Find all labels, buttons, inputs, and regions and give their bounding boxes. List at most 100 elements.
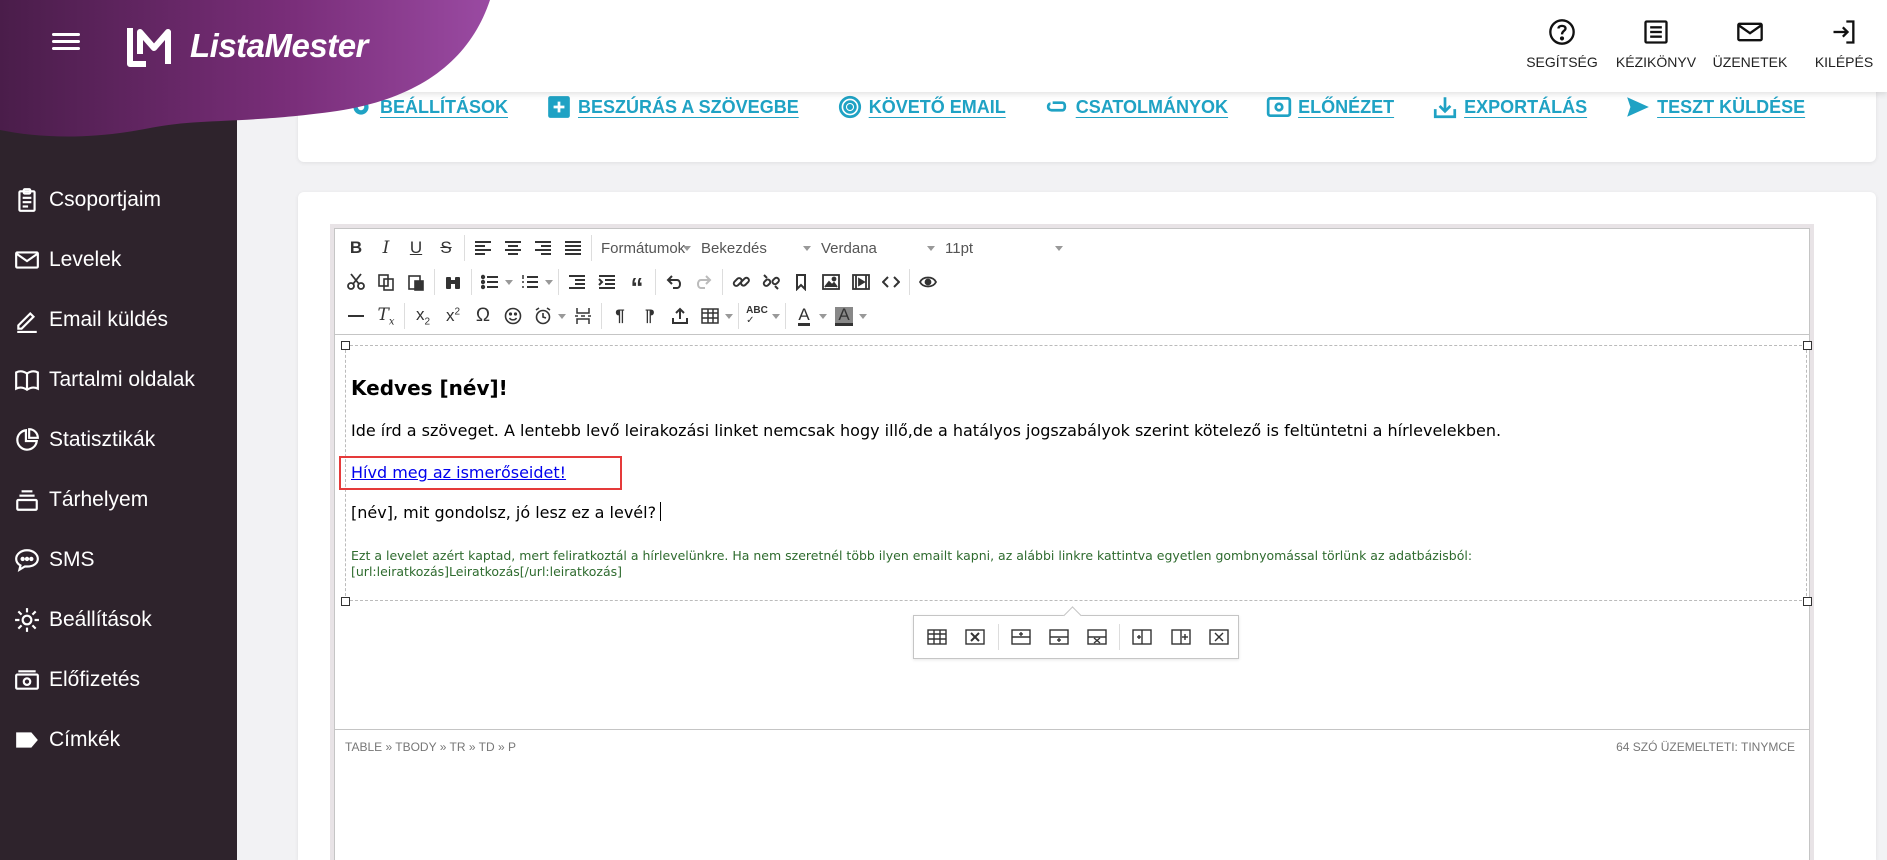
insert-image-button[interactable] bbox=[816, 268, 846, 296]
resize-handle[interactable] bbox=[1803, 597, 1812, 606]
align-justify-button[interactable] bbox=[558, 234, 588, 262]
paste-button[interactable] bbox=[401, 268, 431, 296]
horizontal-rule-button[interactable] bbox=[341, 302, 371, 330]
insert-media-button[interactable] bbox=[846, 268, 876, 296]
manual-button[interactable]: KÉZIKÖNYV bbox=[1609, 18, 1703, 70]
blockquote-button[interactable]: “ bbox=[622, 268, 652, 300]
insert-column-before-button[interactable] bbox=[1123, 621, 1161, 653]
sidebar-item-email-kuldes[interactable]: Email küldés bbox=[0, 290, 237, 350]
remove-link-button[interactable] bbox=[756, 268, 786, 296]
insert-into-text-link[interactable]: BESZÚRÁS A SZÖVEGBE bbox=[546, 94, 799, 120]
sidebar-item-label: Levelek bbox=[49, 248, 122, 271]
toolbar-row-1: B I U S Formátumok Bekezdés Verdana 11pt bbox=[335, 231, 1809, 265]
align-center-button[interactable] bbox=[498, 234, 528, 262]
subscript-button[interactable]: x2 bbox=[408, 302, 438, 330]
word-count: 64 SZÓ ÜZEMELTETI: TINYMCE bbox=[1616, 740, 1795, 754]
cut-button[interactable] bbox=[341, 268, 371, 296]
redo-button[interactable] bbox=[689, 268, 719, 296]
indent-button[interactable] bbox=[592, 268, 622, 296]
link-icon bbox=[732, 276, 750, 287]
export-link[interactable]: EXPORTÁLÁS bbox=[1432, 94, 1587, 120]
text-color-button[interactable]: A bbox=[789, 302, 829, 330]
insert-row-after-button[interactable] bbox=[1040, 621, 1078, 653]
superscript-button[interactable]: x2 bbox=[438, 302, 468, 330]
table-properties-button[interactable] bbox=[918, 621, 956, 653]
outdent-button[interactable] bbox=[562, 268, 592, 296]
font-family-select[interactable]: Verdana bbox=[815, 234, 939, 262]
background-color-button[interactable]: A bbox=[829, 302, 869, 330]
resize-handle[interactable] bbox=[341, 341, 350, 350]
show-blocks-button[interactable]: ¶ bbox=[605, 302, 635, 330]
clear-formatting-button[interactable]: Tx bbox=[371, 302, 401, 330]
settings-link[interactable]: BEÁLLÍTÁSOK bbox=[348, 94, 508, 120]
body-paragraph[interactable]: Ide írd a szöveget. A lentebb levő leira… bbox=[351, 421, 1501, 440]
copy-button[interactable] bbox=[371, 268, 401, 296]
upload-button[interactable] bbox=[665, 302, 695, 330]
page-break-button[interactable] bbox=[568, 302, 598, 330]
logout-button[interactable]: KILÉPÉS bbox=[1797, 18, 1887, 70]
element-path[interactable]: TABLE » TBODY » TR » TD » P bbox=[345, 740, 516, 754]
sidebar-item-csoportjaim[interactable]: Csoportjaim bbox=[0, 170, 237, 230]
resize-handle[interactable] bbox=[1803, 341, 1812, 350]
follow-email-link[interactable]: KÖVETŐ EMAIL bbox=[837, 94, 1006, 120]
anchor-button[interactable] bbox=[786, 268, 816, 296]
italic-button[interactable]: I bbox=[371, 234, 401, 262]
editor-statusbar: TABLE » TBODY » TR » TD » P 64 SZÓ ÜZEME… bbox=[335, 729, 1809, 759]
underline-button[interactable]: U bbox=[401, 234, 431, 262]
indent-icon bbox=[598, 275, 615, 289]
delete-table-button[interactable] bbox=[956, 621, 994, 653]
spellcheck-button[interactable]: ABC ✓ bbox=[742, 302, 782, 330]
invite-friends-link[interactable]: Hívd meg az ismerőseidet! bbox=[351, 463, 566, 482]
find-replace-button[interactable] bbox=[438, 268, 468, 296]
formats-select[interactable]: Formátumok bbox=[595, 234, 695, 262]
sidebar-item-tartalmi-oldalak[interactable]: Tartalmi oldalak bbox=[0, 350, 237, 410]
insert-datetime-button[interactable] bbox=[528, 302, 568, 330]
sidebar-item-statisztikak[interactable]: Statisztikák bbox=[0, 410, 237, 470]
delete-row-button[interactable] bbox=[1078, 621, 1116, 653]
preview-button[interactable] bbox=[913, 268, 943, 296]
table-button[interactable] bbox=[695, 302, 735, 330]
strikethrough-button[interactable]: S bbox=[431, 234, 461, 262]
block-format-select[interactable]: Bekezdés bbox=[695, 234, 815, 262]
undo-button[interactable] bbox=[659, 268, 689, 296]
preview-link[interactable]: ELŐNÉZET bbox=[1266, 94, 1394, 120]
sidebar-item-elofizetes[interactable]: Előfizetés bbox=[0, 650, 237, 710]
book-icon bbox=[15, 370, 39, 392]
emoticons-button[interactable] bbox=[498, 302, 528, 330]
align-left-button[interactable] bbox=[468, 234, 498, 262]
attachments-link[interactable]: CSATOLMÁNYOK bbox=[1044, 94, 1228, 120]
bold-button[interactable]: B bbox=[341, 234, 371, 262]
sidebar-item-tarhelyem[interactable]: Tárhelyem bbox=[0, 470, 237, 530]
bullet-list-button[interactable] bbox=[475, 268, 515, 296]
outdent-icon bbox=[569, 275, 585, 289]
toolbar-link-label: BEÁLLÍTÁSOK bbox=[380, 96, 508, 117]
sidebar-item-cimkek[interactable]: Címkék bbox=[0, 710, 237, 770]
help-button[interactable]: SEGÍTSÉG bbox=[1515, 18, 1609, 70]
send-test-link[interactable]: TESZT KÜLDÉSE bbox=[1625, 94, 1805, 120]
sidebar-item-levelek[interactable]: Levelek bbox=[0, 230, 237, 290]
sidebar-item-beallitasok[interactable]: Beállítások bbox=[0, 590, 237, 650]
sidebar-item-sms[interactable]: SMS bbox=[0, 530, 237, 590]
page-break-icon bbox=[575, 308, 591, 324]
resize-handle[interactable] bbox=[341, 597, 350, 606]
text-color-icon: A bbox=[798, 304, 810, 326]
question-paragraph[interactable]: [név], mit gondolsz, jó lesz ez a levél? bbox=[351, 502, 662, 522]
insert-column-after-button[interactable] bbox=[1162, 621, 1200, 653]
insert-link-button[interactable] bbox=[726, 268, 756, 296]
text-direction-button[interactable]: ¶ bbox=[635, 302, 665, 330]
insert-row-before-button[interactable] bbox=[1001, 621, 1039, 653]
unsubscribe-note[interactable]: Ezt a levelet azért kaptad, mert felirat… bbox=[351, 548, 1472, 580]
font-size-select[interactable]: 11pt bbox=[939, 234, 1067, 262]
source-code-button[interactable] bbox=[876, 268, 906, 296]
delete-column-button[interactable] bbox=[1200, 621, 1238, 653]
unlink-icon bbox=[762, 274, 780, 290]
messages-button[interactable]: ÜZENETEK bbox=[1703, 18, 1797, 70]
align-right-button[interactable] bbox=[528, 234, 558, 262]
editor-content[interactable]: Kedves [név]! Ide írd a szöveget. A lent… bbox=[335, 336, 1812, 860]
brand-logo[interactable]: ListaMester bbox=[124, 24, 368, 68]
pilcrow-icon: ¶ bbox=[615, 306, 625, 325]
special-character-button[interactable]: Ω bbox=[468, 302, 498, 330]
greeting-heading[interactable]: Kedves [név]! bbox=[351, 376, 508, 400]
menu-toggle-button[interactable] bbox=[52, 30, 80, 56]
numbered-list-button[interactable] bbox=[515, 268, 555, 296]
